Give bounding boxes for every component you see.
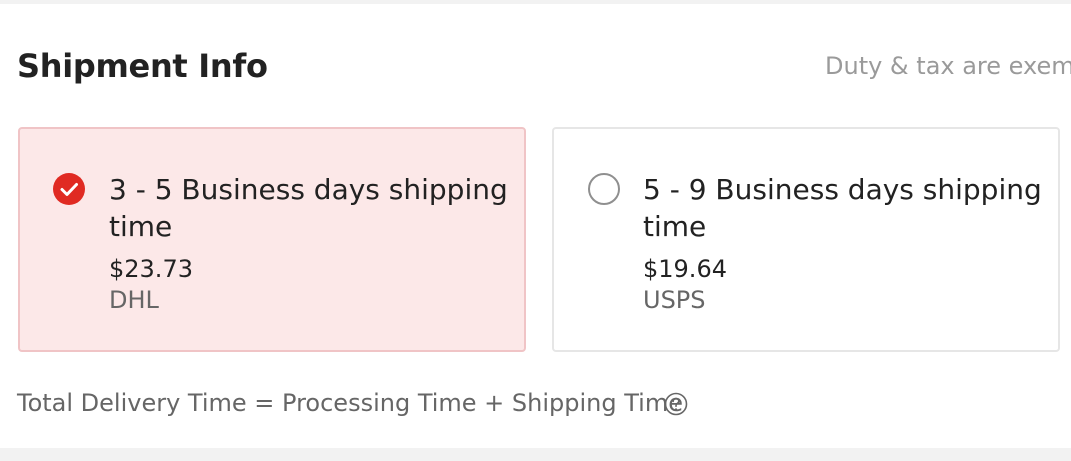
shipping-option-price: $19.64 <box>643 255 727 283</box>
radio-checked-icon[interactable] <box>53 173 85 205</box>
help-circle-icon[interactable] <box>664 392 688 416</box>
shipping-option-carrier: USPS <box>643 286 706 314</box>
section-title: Shipment Info <box>17 47 268 85</box>
total-delivery-time-formula: Total Delivery Time = Processing Time + … <box>17 389 683 417</box>
shipping-option-title: 3 - 5 Business days shipping time <box>109 173 508 243</box>
shipment-info-panel: Shipment Info Duty & tax are exemp 3 - 5… <box>0 4 1071 448</box>
radio-unchecked-icon[interactable] <box>588 173 620 205</box>
shipping-option-title: 5 - 9 Business days shipping time <box>643 173 1042 243</box>
shipping-option-price: $23.73 <box>109 255 193 283</box>
duty-tax-note: Duty & tax are exemp <box>825 52 1071 80</box>
shipping-option-usps[interactable]: 5 - 9 Business days shipping time $19.64… <box>552 127 1060 352</box>
shipping-option-dhl[interactable]: 3 - 5 Business days shipping time $23.73… <box>18 127 526 352</box>
shipping-option-carrier: DHL <box>109 286 159 314</box>
